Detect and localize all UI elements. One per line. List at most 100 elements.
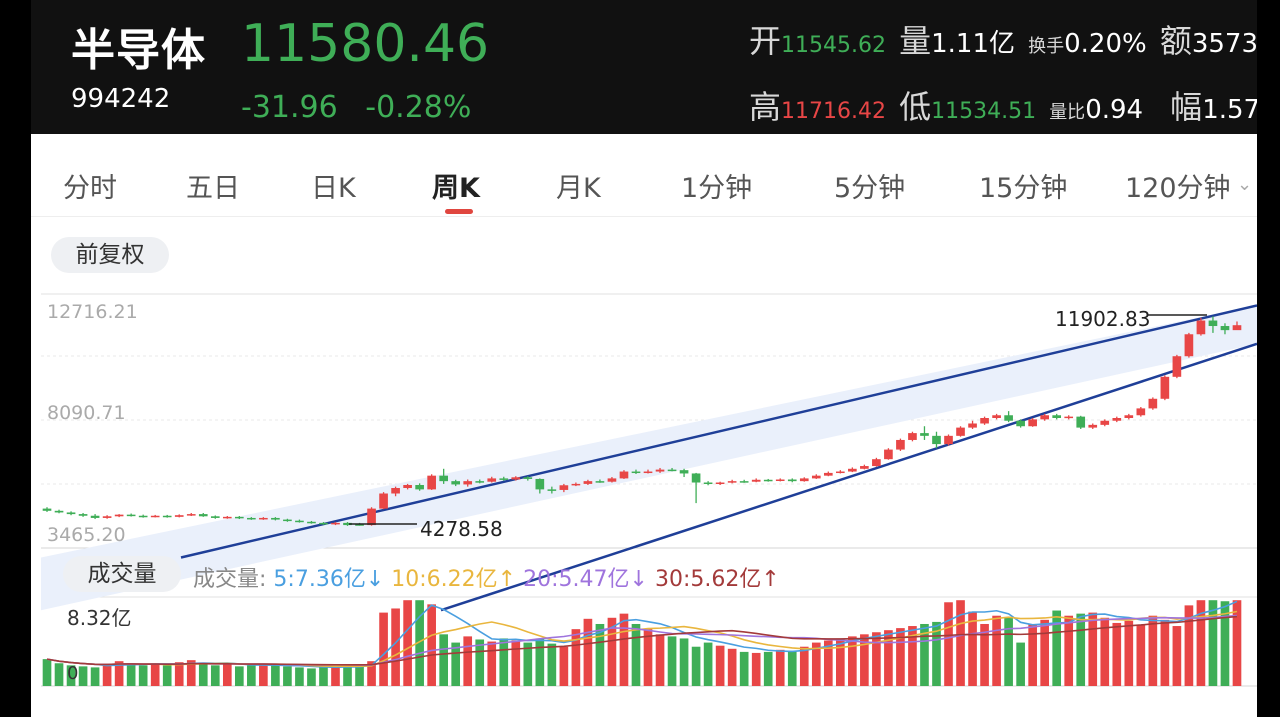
volume-bar xyxy=(1124,620,1134,686)
candle xyxy=(1124,413,1134,420)
volume-bar xyxy=(679,638,689,686)
kline-chart: 12716.21 8090.71 3465.20 11902.83 4278.5… xyxy=(41,293,1257,687)
volume-bar xyxy=(691,646,701,686)
candle-body xyxy=(703,482,713,485)
candle-body xyxy=(920,433,929,436)
volume-bar xyxy=(799,646,809,686)
candle-body xyxy=(691,473,701,483)
volume-bar xyxy=(295,667,304,686)
candle-body xyxy=(427,475,436,490)
volume-bar xyxy=(703,642,713,686)
volume-bar xyxy=(547,643,557,686)
candle-body xyxy=(78,514,88,516)
volume-bar xyxy=(150,664,160,686)
candle xyxy=(1112,416,1122,423)
candle-body xyxy=(980,417,989,424)
candle-body xyxy=(799,478,809,482)
candle xyxy=(703,481,713,486)
candle-body xyxy=(1052,415,1062,418)
ma10-arrow-icon: ↑ xyxy=(497,567,517,592)
volume-bar xyxy=(391,608,400,686)
candle xyxy=(1148,397,1158,410)
volume-bar xyxy=(571,629,581,686)
candle-body xyxy=(1208,320,1218,327)
axis-max-label: 12716.21 xyxy=(47,301,138,323)
volume-panel-button[interactable]: 成交量 xyxy=(63,556,181,592)
candle-body xyxy=(787,479,797,482)
candle-body xyxy=(523,477,533,479)
candle xyxy=(1052,413,1062,420)
volume-bar xyxy=(535,638,545,686)
volume-bar xyxy=(1016,642,1025,686)
candle-body xyxy=(1016,420,1025,427)
volume-bar xyxy=(763,651,773,686)
volume-bar xyxy=(247,665,256,686)
candle-body xyxy=(932,435,941,445)
candle-body xyxy=(487,478,497,482)
candle xyxy=(1160,375,1170,401)
candle-body xyxy=(944,435,953,445)
candle xyxy=(186,512,196,517)
ma20-value: 20:5.47亿 xyxy=(523,567,630,592)
candle xyxy=(54,509,64,514)
candle xyxy=(42,507,52,512)
candle-body xyxy=(823,472,833,476)
volume-bar xyxy=(511,640,521,686)
volume-bar xyxy=(775,649,785,686)
candle xyxy=(1064,415,1074,420)
candle-body xyxy=(884,449,893,460)
volume-bar xyxy=(751,652,761,686)
candle-body xyxy=(763,479,773,482)
candle-body xyxy=(126,514,136,517)
volume-bar xyxy=(619,613,629,686)
candle xyxy=(1100,419,1110,427)
volume-bar xyxy=(944,602,953,686)
candle-body xyxy=(198,514,208,517)
candle-body xyxy=(643,471,653,474)
candle xyxy=(980,416,989,425)
candle xyxy=(162,514,172,518)
volume-bar xyxy=(1112,622,1122,686)
volume-bar xyxy=(54,663,64,686)
low-annotation-label: 4278.58 xyxy=(420,517,503,541)
candle xyxy=(787,478,797,483)
candle-body xyxy=(1196,320,1206,335)
volume-bar xyxy=(487,641,497,686)
candle xyxy=(932,431,941,449)
volume-bar xyxy=(1232,600,1242,686)
volume-bar xyxy=(739,651,749,686)
candle-body xyxy=(259,517,268,520)
candle-body xyxy=(992,415,1001,418)
candle xyxy=(1136,407,1146,417)
volume-bar xyxy=(174,662,184,686)
candle xyxy=(992,413,1001,420)
candle-body xyxy=(1160,376,1170,399)
candle-body xyxy=(499,478,509,480)
candle-body xyxy=(222,516,232,519)
candle-body xyxy=(235,516,244,519)
volume-bar xyxy=(992,615,1001,686)
volume-bar xyxy=(259,664,268,686)
candle xyxy=(1088,423,1098,429)
candle-body xyxy=(1232,325,1242,331)
candle xyxy=(210,515,220,519)
candle-body xyxy=(114,514,124,517)
volume-bar xyxy=(1064,615,1074,686)
candle-body xyxy=(860,466,869,469)
candle xyxy=(114,514,124,518)
candle-body xyxy=(775,479,785,482)
volume-bar xyxy=(956,600,965,686)
candle xyxy=(763,478,773,482)
volume-bar xyxy=(355,666,364,686)
candle-body xyxy=(367,508,376,526)
candle-body xyxy=(42,508,52,511)
candle xyxy=(679,468,689,478)
candle-body xyxy=(295,520,304,523)
candle-body xyxy=(583,481,593,484)
volume-bar xyxy=(836,638,845,686)
candle xyxy=(427,474,436,490)
candle-body xyxy=(162,515,172,518)
candle-body xyxy=(595,481,605,483)
volume-bar xyxy=(403,600,412,686)
candle xyxy=(66,511,76,516)
